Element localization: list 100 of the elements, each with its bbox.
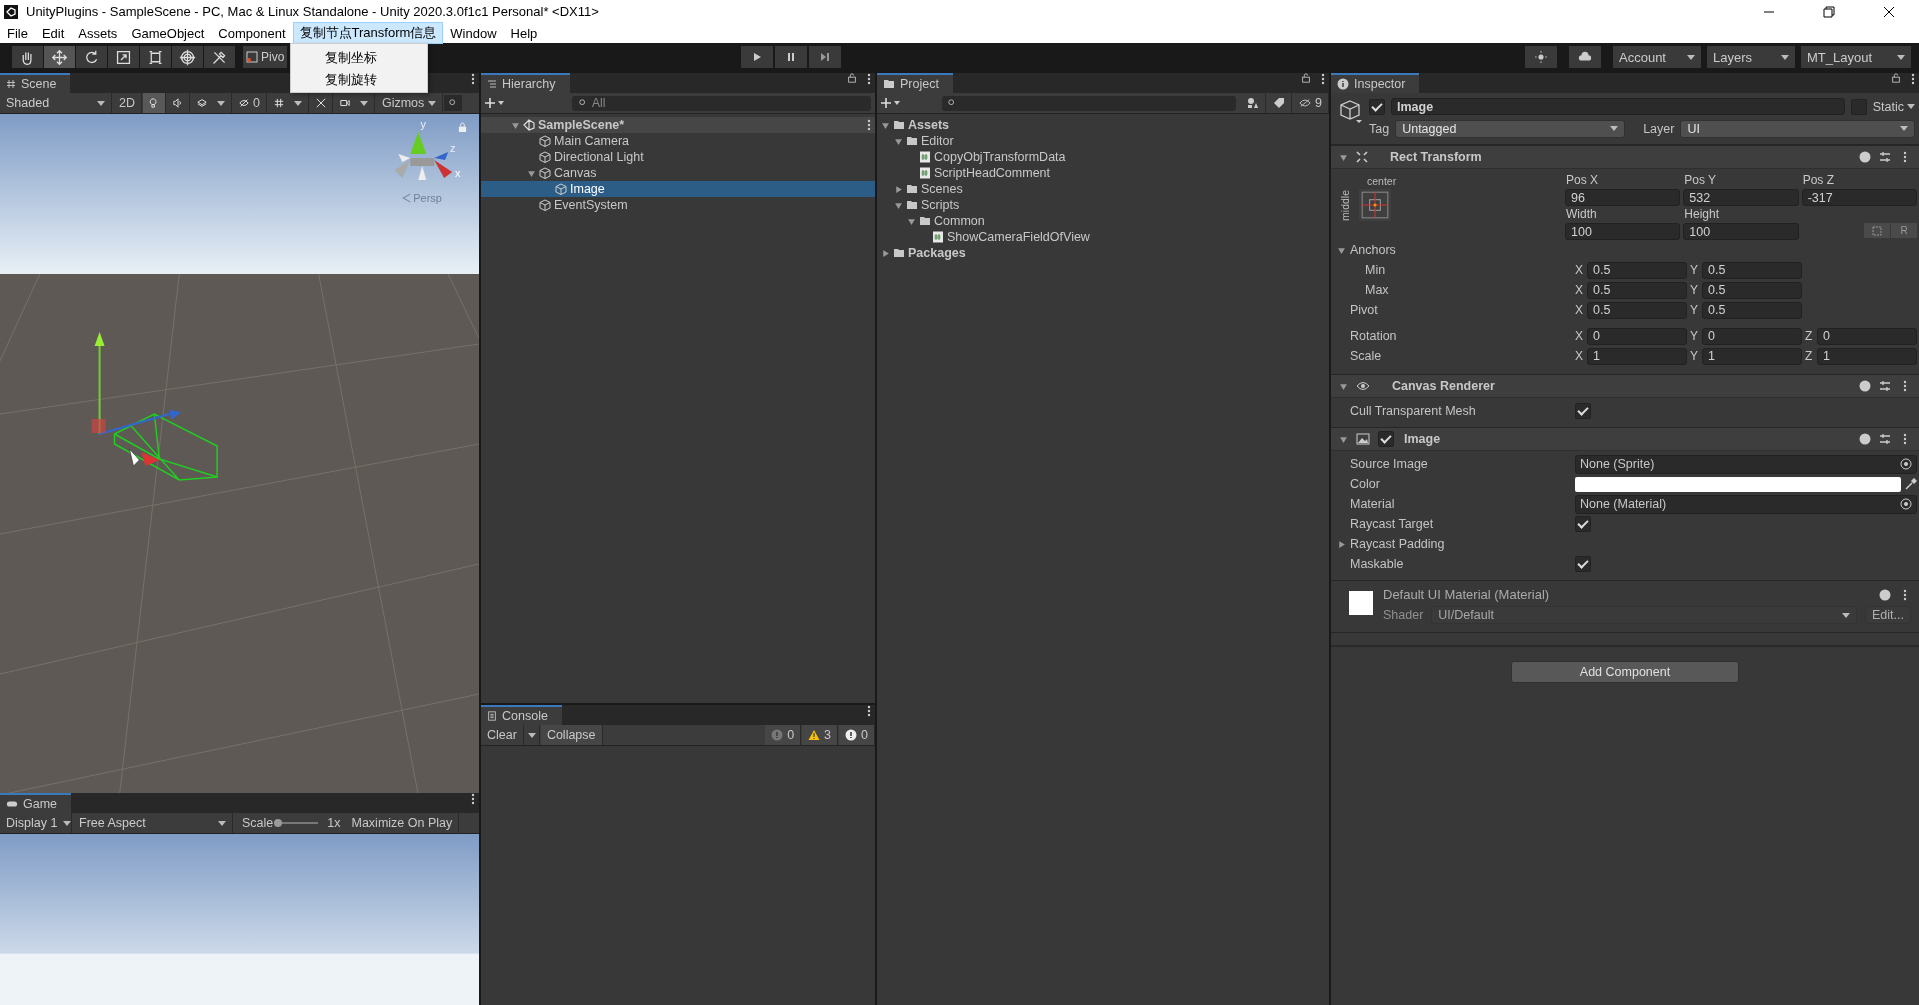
move-tool-button[interactable] bbox=[44, 46, 75, 68]
project-item[interactable]: Packages bbox=[877, 245, 1329, 261]
scene-tab[interactable]: Scene bbox=[0, 73, 71, 93]
menu-item[interactable]: Help bbox=[503, 23, 545, 43]
menu-item[interactable]: Assets bbox=[71, 23, 125, 43]
menu-item[interactable]: Edit bbox=[34, 23, 72, 43]
more-icon[interactable] bbox=[1321, 73, 1325, 85]
expand-arrow-icon[interactable] bbox=[1337, 539, 1346, 549]
pause-button[interactable] bbox=[775, 46, 808, 68]
slider-thumb[interactable] bbox=[274, 819, 283, 827]
object-field[interactable]: None (Sprite) bbox=[1575, 454, 1917, 474]
rect-tool-button[interactable] bbox=[140, 46, 171, 68]
lock-icon[interactable] bbox=[1891, 73, 1901, 83]
step-button[interactable] bbox=[809, 46, 842, 68]
number-field[interactable]: 1 bbox=[1587, 347, 1687, 365]
number-field[interactable]: 0.5 bbox=[1587, 281, 1687, 299]
preset-icon[interactable] bbox=[1879, 433, 1891, 445]
more-icon[interactable] bbox=[867, 119, 871, 131]
more-icon[interactable] bbox=[1903, 380, 1907, 392]
project-item[interactable]: CopyObjTransformData bbox=[877, 149, 1329, 165]
layer-dropdown[interactable]: UI bbox=[1680, 119, 1915, 138]
number-field[interactable]: 96 bbox=[1565, 189, 1681, 206]
project-item[interactable]: ScriptHeadComment bbox=[877, 165, 1329, 181]
more-icon[interactable] bbox=[471, 793, 475, 805]
search-field[interactable] bbox=[444, 95, 463, 111]
console-tab[interactable]: Console bbox=[481, 705, 562, 725]
more-icon[interactable] bbox=[1911, 73, 1915, 85]
pivot-button[interactable]: Pivo bbox=[243, 46, 288, 68]
error-count-button[interactable]: 0 bbox=[839, 725, 875, 745]
property-checkbox[interactable] bbox=[1575, 516, 1591, 532]
collapse-button[interactable]: Collapse bbox=[540, 725, 603, 745]
enabled-checkbox[interactable] bbox=[1378, 431, 1394, 447]
menu-item[interactable]: 复制节点Transform信息 bbox=[292, 22, 444, 44]
number-field[interactable]: 0.5 bbox=[1587, 301, 1687, 319]
expand-arrow-icon[interactable] bbox=[527, 168, 536, 178]
hierarchy-item[interactable]: Main Camera bbox=[481, 133, 875, 149]
name-field[interactable]: Image bbox=[1391, 98, 1845, 115]
number-field[interactable]: 100 bbox=[1683, 223, 1799, 240]
hierarchy-item[interactable]: SampleScene* bbox=[481, 117, 875, 133]
hierarchy-item[interactable]: EventSystem bbox=[481, 197, 875, 213]
more-icon[interactable] bbox=[471, 73, 475, 85]
project-tab[interactable]: Project bbox=[877, 73, 953, 93]
eyedropper-icon[interactable] bbox=[1905, 478, 1917, 490]
static-dropdown[interactable]: Static bbox=[1872, 99, 1915, 114]
number-field[interactable]: 1 bbox=[1702, 347, 1802, 365]
menu-option[interactable]: 复制坐标 bbox=[291, 46, 427, 68]
play-button[interactable] bbox=[741, 46, 774, 68]
number-field[interactable]: -317 bbox=[1801, 189, 1917, 206]
lock-icon[interactable] bbox=[1301, 73, 1311, 83]
number-field[interactable]: 0 bbox=[1702, 327, 1802, 345]
shader-dropdown[interactable]: UI/Default bbox=[1431, 606, 1858, 624]
project-item[interactable]: Common bbox=[877, 213, 1329, 229]
tag-dropdown[interactable]: Untagged bbox=[1395, 119, 1626, 138]
active-checkbox[interactable] bbox=[1369, 98, 1385, 115]
menu-item[interactable]: Window bbox=[443, 23, 504, 43]
menu-item[interactable]: Component bbox=[211, 23, 293, 43]
project-item[interactable]: Scripts bbox=[877, 197, 1329, 213]
number-field[interactable]: 0.5 bbox=[1587, 261, 1687, 279]
hierarchy-item[interactable]: Image bbox=[481, 181, 875, 197]
menu-item[interactable]: GameObject bbox=[124, 23, 212, 43]
expand-arrow-icon[interactable] bbox=[881, 248, 890, 258]
number-field[interactable]: 0.5 bbox=[1702, 281, 1802, 299]
number-field[interactable]: 0.5 bbox=[1702, 301, 1802, 319]
expand-arrow-icon[interactable] bbox=[894, 200, 903, 210]
more-icon[interactable] bbox=[867, 73, 871, 85]
expand-arrow-icon[interactable] bbox=[1339, 434, 1348, 444]
menu-option[interactable]: 复制旋转 bbox=[291, 68, 427, 90]
number-field[interactable]: 0.5 bbox=[1702, 261, 1802, 279]
more-icon[interactable] bbox=[1903, 433, 1907, 445]
color-swatch[interactable] bbox=[1575, 476, 1901, 492]
property-checkbox[interactable] bbox=[1575, 403, 1591, 419]
menu-item[interactable]: File bbox=[0, 23, 35, 43]
cube-icon[interactable] bbox=[1339, 99, 1363, 123]
component-header[interactable]: Rect Transform bbox=[1331, 145, 1919, 169]
project-item[interactable]: ShowCameraFieldOfView bbox=[877, 229, 1329, 245]
close-icon[interactable] bbox=[1883, 5, 1895, 18]
search-field[interactable] bbox=[942, 95, 1237, 111]
project-item[interactable]: Editor bbox=[877, 133, 1329, 149]
expand-arrow-icon[interactable] bbox=[1337, 245, 1346, 255]
expand-arrow-icon[interactable] bbox=[907, 216, 916, 226]
property-checkbox[interactable] bbox=[1575, 556, 1591, 572]
hand-tool-button[interactable] bbox=[12, 46, 43, 68]
more-icon[interactable] bbox=[1903, 151, 1907, 163]
inspector-tab[interactable]: Inspector bbox=[1331, 73, 1420, 93]
restore-icon[interactable] bbox=[1823, 5, 1835, 18]
object-field[interactable]: None (Material) bbox=[1575, 494, 1917, 514]
preset-icon[interactable] bbox=[1879, 380, 1891, 392]
project-item[interactable]: Scenes bbox=[877, 181, 1329, 197]
expand-arrow-icon[interactable] bbox=[1339, 152, 1348, 162]
rotate-tool-button[interactable] bbox=[76, 46, 107, 68]
edit-button[interactable]: Edit... bbox=[1865, 606, 1911, 624]
more-icon[interactable] bbox=[1903, 588, 1907, 601]
expand-arrow-icon[interactable] bbox=[881, 120, 890, 130]
more-icon[interactable] bbox=[867, 705, 871, 717]
hierarchy-tab[interactable]: Hierarchy bbox=[481, 73, 570, 93]
component-header[interactable]: Canvas Renderer bbox=[1331, 374, 1919, 398]
lighting-button[interactable] bbox=[1525, 46, 1557, 68]
number-field[interactable]: 100 bbox=[1565, 223, 1681, 240]
add-component-button[interactable]: Add Component bbox=[1511, 661, 1739, 683]
hierarchy-item[interactable]: Canvas bbox=[481, 165, 875, 181]
